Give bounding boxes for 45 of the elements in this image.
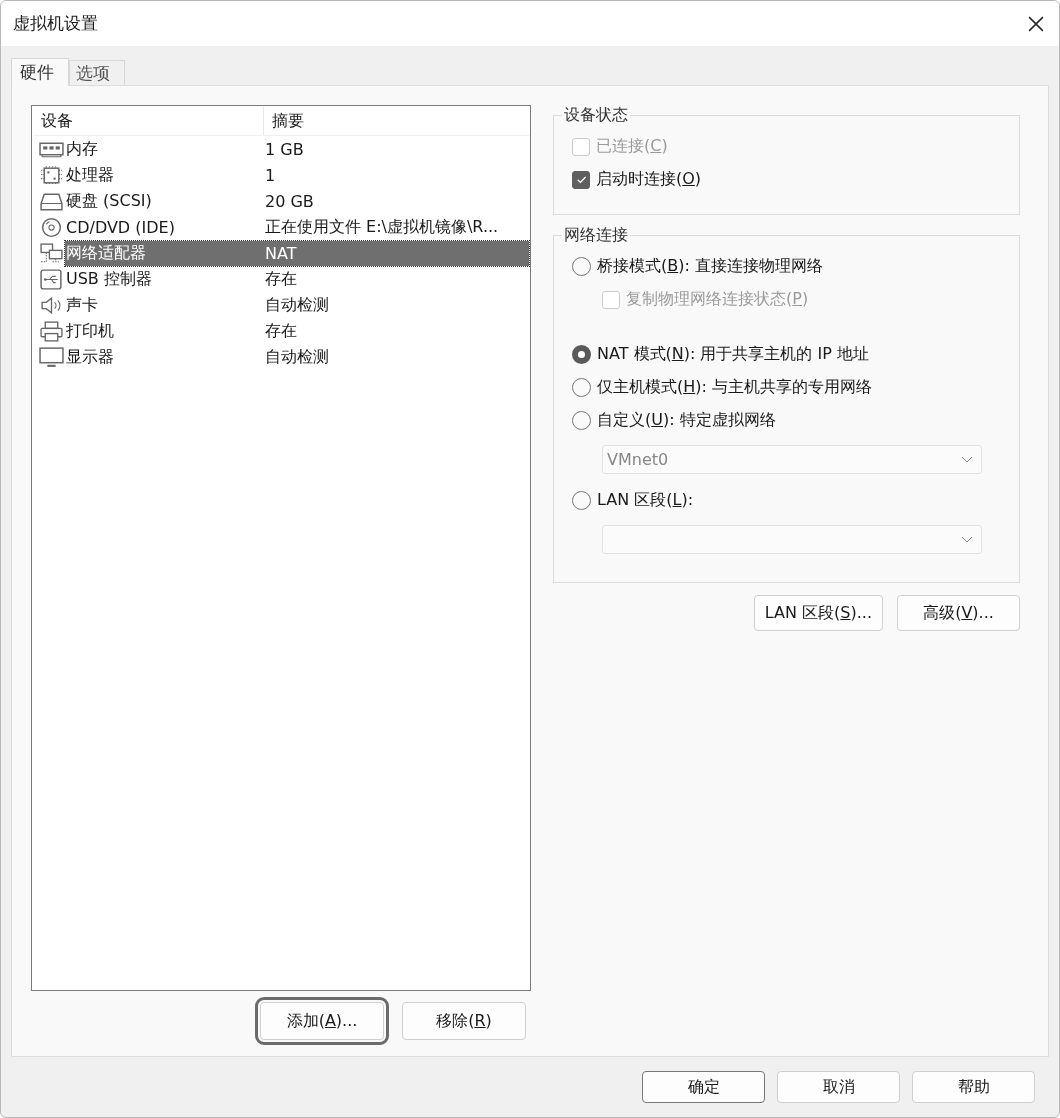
dialog-button[interactable]: 确定 (642, 1071, 765, 1103)
device-row[interactable]: CD/DVD (IDE) 正在使用文件 E:\虚拟机镜像\R... (65, 214, 529, 240)
network-icon (38, 242, 64, 264)
monitor-icon (38, 346, 64, 368)
checkbox[interactable] (572, 170, 590, 189)
radio-button[interactable] (572, 378, 591, 397)
tab[interactable]: 选项 (69, 60, 125, 85)
column-header[interactable]: 设备 (33, 107, 264, 135)
dialog-button[interactable]: 帮助 (912, 1071, 1035, 1103)
dialog-button[interactable]: LAN 区段(S)... (753, 595, 883, 631)
radio-button[interactable] (572, 491, 591, 510)
radio-label: NAT 模式(N): 用于共享主机的 IP 地址 (597, 344, 869, 365)
device-row[interactable]: USB 控制器 存在 (65, 266, 529, 292)
radio-label: 桥接模式(B): 直接连接物理网络 (597, 256, 823, 277)
device-row[interactable]: 打印机 存在 (65, 318, 529, 344)
device-row[interactable]: 硬盘 (SCSI) 20 GB (65, 188, 529, 214)
radio-label: 自定义(U): 特定虚拟网络 (597, 410, 776, 431)
radio-button[interactable] (572, 257, 591, 276)
checkbox-label: 启动时连接(O) (596, 169, 702, 190)
dialog-button[interactable]: 移除(R) (402, 1002, 526, 1040)
close-icon (1028, 15, 1044, 32)
radio-label: 仅主机模式(H): 与主机共享的专用网络 (597, 377, 872, 398)
group-title: 设备状态 (563, 105, 629, 126)
device-row[interactable]: 声卡 自动检测 (65, 292, 529, 318)
radio-button[interactable] (572, 345, 591, 364)
device-row[interactable]: 显示器 自动检测 (65, 344, 529, 370)
speaker-icon (38, 294, 64, 316)
column-header[interactable]: 摘要 (264, 107, 529, 135)
device-row[interactable]: 网络适配器 NAT (65, 240, 529, 266)
dialog-button[interactable]: 取消 (777, 1071, 900, 1103)
chevron-down-icon (961, 455, 973, 464)
printer-icon (38, 320, 64, 342)
dialog-button[interactable]: 高级(V)... (897, 595, 1020, 631)
processor-icon (38, 164, 64, 186)
tab[interactable]: 硬件 (11, 58, 69, 86)
usb-icon (38, 268, 64, 290)
device-row[interactable]: 处理器 1 (65, 162, 529, 188)
radio-label: LAN 区段(L): (597, 490, 694, 511)
group-title: 网络连接 (563, 225, 629, 246)
chevron-down-icon (961, 535, 973, 544)
checkbox-label: 已连接(C) (596, 136, 668, 157)
device-row[interactable]: 内存 1 GB (65, 136, 529, 162)
window-title: 虚拟机设置 (13, 12, 98, 35)
radio-button[interactable] (572, 411, 591, 430)
checkbox-label: 复制物理网络连接状态(P) (626, 289, 809, 310)
